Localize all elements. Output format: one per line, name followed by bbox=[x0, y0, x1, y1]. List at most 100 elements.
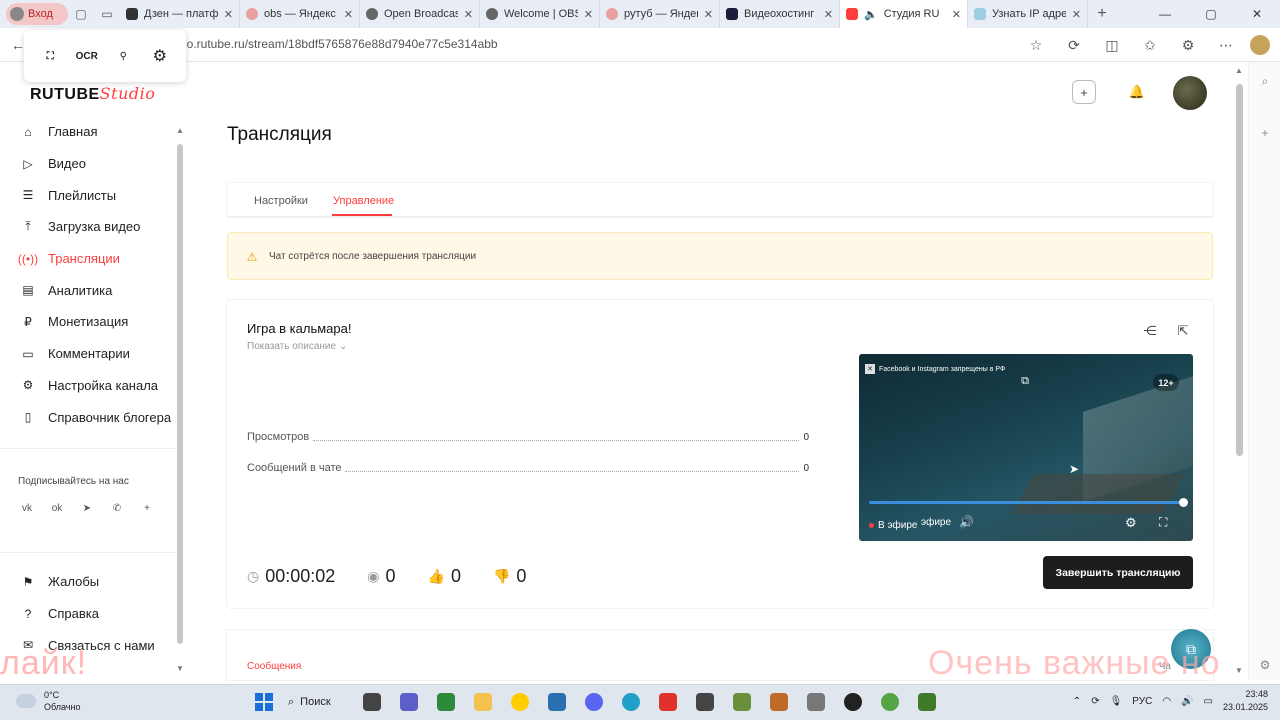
more-icon[interactable]: ⋯ bbox=[1210, 33, 1242, 57]
battery-icon[interactable]: ▭ bbox=[1204, 696, 1213, 707]
search-icon[interactable]: ⌕ bbox=[1258, 74, 1272, 88]
sidebar-item-upload[interactable]: ⤒ Загрузка видео bbox=[0, 211, 176, 243]
sidebar-item-blogger-guide[interactable]: ▯ Справочник блогера bbox=[0, 401, 176, 433]
close-tab-icon[interactable]: ✕ bbox=[224, 8, 233, 21]
end-broadcast-button[interactable]: Завершить трансляцию bbox=[1043, 556, 1193, 589]
tab-actions-icon[interactable]: ▭ bbox=[94, 3, 120, 25]
rutube-studio-logo[interactable]: RUTUBEStudio bbox=[30, 84, 155, 104]
extensions-icon[interactable]: ⚙ bbox=[1172, 33, 1204, 57]
gear-icon[interactable]: ⚙ bbox=[148, 44, 172, 68]
sidebar-item-playlists[interactable]: ☰ Плейлисты bbox=[0, 179, 176, 211]
sidebar-scroll-thumb[interactable] bbox=[177, 144, 183, 644]
telegram-icon[interactable]: ➤ bbox=[78, 499, 96, 517]
tab-management[interactable]: Управление bbox=[333, 195, 394, 207]
close-tab-icon[interactable]: ✕ bbox=[824, 8, 833, 21]
sidebar-item-broadcasts[interactable]: ((•)) Трансляции bbox=[0, 243, 176, 275]
picture-in-picture-icon[interactable]: ⧉ bbox=[1017, 373, 1033, 389]
scroll-up-icon[interactable]: ▲ bbox=[176, 126, 184, 135]
sidebar-item-video[interactable]: ▷ Видео bbox=[0, 148, 176, 180]
close-window-icon[interactable]: ✕ bbox=[1234, 0, 1280, 28]
browser-tab[interactable]: Дзен — платф ✕ bbox=[120, 0, 240, 28]
ocr-button[interactable]: OCR bbox=[75, 44, 99, 68]
utorrent-icon[interactable] bbox=[874, 689, 905, 715]
close-tab-icon[interactable]: ✕ bbox=[464, 8, 473, 21]
browser-tab[interactable]: Welcome | OBS ✕ bbox=[480, 0, 600, 28]
start-icon[interactable] bbox=[252, 690, 276, 714]
new-tab-button[interactable]: + bbox=[1088, 5, 1116, 23]
tray-chevron-icon[interactable]: ⌃ bbox=[1073, 696, 1081, 707]
more-socials-icon[interactable]: + bbox=[138, 499, 156, 517]
scroll-down-icon[interactable]: ▼ bbox=[176, 664, 184, 673]
profile-button[interactable]: Вход bbox=[6, 3, 68, 25]
clock[interactable]: 23:48 23.01.2025 bbox=[1223, 688, 1268, 714]
url-field[interactable]: io.rutube.ru/stream/18bdf5765876e88d7940… bbox=[184, 37, 498, 51]
sidebar-item-complaints[interactable]: ⚑ Жалобы bbox=[0, 566, 176, 598]
minecraft-launcher-icon[interactable] bbox=[911, 689, 942, 715]
sidebar-item-analytics[interactable]: ▤ Аналитика bbox=[0, 274, 176, 306]
open-external-icon[interactable]: ⇱ bbox=[1174, 322, 1192, 340]
refresh-icon[interactable]: ⟳ bbox=[1058, 33, 1090, 57]
edge-icon[interactable] bbox=[615, 689, 646, 715]
browser-tab-active[interactable]: 🔈 Студия RU ✕ bbox=[840, 0, 968, 28]
sidebar-item-home[interactable]: ⌂ Главная bbox=[0, 116, 176, 148]
weather-widget[interactable]: 0°C Облачно bbox=[16, 689, 80, 713]
yandex-browser-icon[interactable] bbox=[504, 689, 535, 715]
file-explorer-icon[interactable] bbox=[467, 689, 498, 715]
wifi-icon[interactable]: ◠ bbox=[1162, 696, 1171, 707]
close-tab-icon[interactable]: ✕ bbox=[344, 8, 353, 21]
browser-tab[interactable]: Open Broadcas ✕ bbox=[360, 0, 480, 28]
add-panel-icon[interactable]: + bbox=[1258, 126, 1272, 140]
browser-tab[interactable]: Узнать IP адре ✕ bbox=[968, 0, 1088, 28]
teams-icon[interactable] bbox=[393, 689, 424, 715]
viber-icon[interactable]: ✆ bbox=[108, 499, 126, 517]
avatar[interactable] bbox=[1173, 76, 1207, 110]
microphone-icon[interactable]: 🎙 bbox=[1110, 696, 1123, 707]
taskbar-search[interactable]: ⌕ Поиск bbox=[282, 689, 350, 715]
sidebar-item-channel-settings[interactable]: ⚙ Настройка канала bbox=[0, 370, 176, 402]
browser-tab[interactable]: рутуб — Яндек ✕ bbox=[600, 0, 720, 28]
minecraft-icon[interactable] bbox=[726, 689, 757, 715]
video-progress-knob[interactable] bbox=[1179, 498, 1188, 507]
volume-icon[interactable]: 🔊 bbox=[1181, 696, 1193, 707]
zl-app-icon[interactable] bbox=[430, 689, 461, 715]
game-icon[interactable] bbox=[763, 689, 794, 715]
tab-settings[interactable]: Настройки bbox=[254, 195, 308, 207]
page-scrollbar[interactable]: ▲ ▼ bbox=[1233, 62, 1245, 680]
yandex-icon[interactable] bbox=[652, 689, 683, 715]
sidebar-item-monetization[interactable]: ₽ Монетизация bbox=[0, 306, 176, 338]
tray-app-icon[interactable]: ⟳ bbox=[1091, 696, 1099, 707]
app-icon[interactable] bbox=[800, 689, 831, 715]
sidebar-item-help[interactable]: ? Справка bbox=[0, 598, 176, 630]
favorites-icon[interactable]: ✩ bbox=[1134, 33, 1166, 57]
screenshot-icon[interactable]: ⛶ bbox=[38, 44, 62, 68]
close-tab-icon[interactable]: ✕ bbox=[1072, 8, 1081, 21]
sidebar-scrollbar[interactable]: ▲ ▼ bbox=[176, 126, 184, 673]
close-tab-icon[interactable]: ✕ bbox=[584, 8, 593, 21]
browser-tab[interactable]: Видеохостинг ✕ bbox=[720, 0, 840, 28]
discord-icon[interactable] bbox=[578, 689, 609, 715]
close-tab-icon[interactable]: ✕ bbox=[704, 8, 713, 21]
vk-icon[interactable]: vk bbox=[18, 499, 36, 517]
player-settings-icon[interactable]: ⚙ bbox=[1125, 515, 1137, 531]
browser-copilot-icon[interactable] bbox=[1250, 35, 1270, 55]
task-view-icon[interactable] bbox=[356, 689, 387, 715]
scroll-up-icon[interactable]: ▲ bbox=[1235, 66, 1243, 75]
obs-icon[interactable] bbox=[837, 689, 868, 715]
notifications-icon[interactable]: 🔔 bbox=[1125, 80, 1149, 104]
workspaces-icon[interactable]: ▢ bbox=[68, 3, 94, 25]
video-player[interactable]: ✕ Facebook и Instagram запрещены в РФ ⧉ … bbox=[859, 354, 1193, 541]
browser-tab[interactable]: obs — Яндекс ✕ bbox=[240, 0, 360, 28]
video-progress-bar[interactable] bbox=[869, 501, 1184, 504]
sidebar-item-comments[interactable]: ▭ Комментарии bbox=[0, 338, 176, 370]
bookmark-star-icon[interactable]: ☆ bbox=[1020, 33, 1052, 57]
create-icon[interactable]: + bbox=[1072, 80, 1096, 104]
volume-icon[interactable]: 🔊 bbox=[959, 515, 974, 529]
fullscreen-icon[interactable]: ⛶ bbox=[1159, 515, 1167, 530]
store-icon[interactable] bbox=[541, 689, 572, 715]
pin-icon[interactable]: ⚲ bbox=[111, 44, 135, 68]
page-scroll-thumb[interactable] bbox=[1236, 84, 1243, 456]
ok-icon[interactable]: ok bbox=[48, 499, 66, 517]
split-view-icon[interactable]: ◫ bbox=[1096, 33, 1128, 57]
speaker-icon[interactable]: 🔈 bbox=[864, 8, 878, 21]
share-icon[interactable]: ⋲ bbox=[1141, 322, 1159, 340]
